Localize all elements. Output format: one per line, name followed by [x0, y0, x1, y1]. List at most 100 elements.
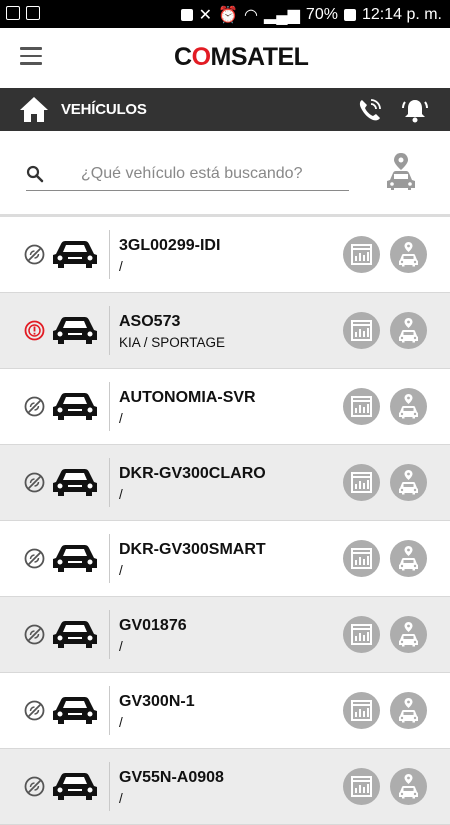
gmail-notification-icon	[26, 6, 40, 20]
section-title: Vehículos	[61, 101, 147, 118]
search-input[interactable]	[81, 160, 346, 188]
no-signal-icon	[24, 548, 45, 569]
locate-button[interactable]	[390, 540, 427, 577]
locate-vehicle-icon	[399, 470, 418, 495]
vehicle-plate: DKR-GV300CLARO	[119, 465, 266, 482]
mute-icon: ✕	[198, 7, 213, 24]
vehicle-plate: 3GL00299-IDI	[119, 237, 221, 254]
vehicle-plate: GV01876	[119, 617, 187, 634]
no-signal-icon	[24, 244, 45, 265]
battery-icon	[343, 9, 356, 21]
locate-button[interactable]	[390, 616, 427, 653]
report-icon	[351, 624, 372, 645]
vehicle-row[interactable]: GV01876 /	[0, 597, 450, 673]
vehicle-row[interactable]: AUTONOMIA-SVR /	[0, 369, 450, 445]
vehicle-row[interactable]: 3GL00299-IDI /	[0, 217, 450, 293]
report-icon	[351, 320, 372, 341]
vehicle-model: /	[119, 639, 123, 654]
system-icons: ✕ ⏰ ◠ ▂▄▆ 70% 12:14 p. m.	[180, 5, 442, 25]
section-bar: Vehículos	[0, 88, 450, 131]
vehicle-model: /	[119, 715, 123, 730]
row-divider	[109, 686, 110, 735]
vehicle-row[interactable]: GV300N-1 /	[0, 673, 450, 749]
vehicle-model: /	[119, 259, 123, 274]
comsatel-logo: COMSATEL	[174, 43, 309, 71]
row-divider	[109, 610, 110, 659]
map-vehicles-icon[interactable]	[384, 152, 418, 192]
locate-button[interactable]	[390, 388, 427, 425]
vehicle-row[interactable]: GV55N-A0908 /	[0, 749, 450, 825]
report-icon	[351, 396, 372, 417]
menu-icon[interactable]	[20, 47, 42, 65]
car-icon	[53, 469, 97, 496]
row-divider	[109, 306, 110, 355]
car-icon	[53, 773, 97, 800]
vehicle-plate: DKR-GV300SMART	[119, 541, 266, 558]
row-divider	[109, 762, 110, 811]
alert-icon	[24, 320, 45, 341]
clock: 12:14 p. m.	[361, 6, 442, 23]
alarm-icon: ⏰	[218, 7, 238, 24]
car-icon	[53, 317, 97, 344]
vehicle-model: /	[119, 791, 123, 806]
locate-vehicle-icon	[399, 622, 418, 647]
vehicle-model: /	[119, 563, 123, 578]
alarm-bell-icon[interactable]	[400, 95, 430, 125]
report-icon	[351, 472, 372, 493]
locate-button[interactable]	[390, 768, 427, 805]
no-signal-icon	[24, 396, 45, 417]
locate-vehicle-icon	[399, 698, 418, 723]
battery-level: 70%	[305, 6, 338, 23]
locate-vehicle-icon	[399, 394, 418, 419]
report-button[interactable]	[343, 616, 380, 653]
locate-button[interactable]	[390, 692, 427, 729]
vehicle-row[interactable]: DKR-GV300SMART /	[0, 521, 450, 597]
row-divider	[109, 230, 110, 279]
vehicle-plate: GV55N-A0908	[119, 769, 224, 786]
car-icon	[53, 393, 97, 420]
vehicle-row[interactable]: ASO573 KIA / SPORTAGE	[0, 293, 450, 369]
notification-icons	[6, 6, 40, 20]
row-divider	[109, 458, 110, 507]
search-icon	[26, 165, 44, 183]
locate-button[interactable]	[390, 464, 427, 501]
locate-vehicle-icon	[399, 318, 418, 343]
status-bar: ✕ ⏰ ◠ ▂▄▆ 70% 12:14 p. m.	[0, 0, 450, 28]
vehicle-plate: ASO573	[119, 313, 181, 330]
no-signal-icon	[24, 700, 45, 721]
wifi-icon: ◠	[244, 7, 258, 24]
locate-vehicle-icon	[399, 774, 418, 799]
report-button[interactable]	[343, 236, 380, 273]
report-button[interactable]	[343, 464, 380, 501]
row-divider	[109, 534, 110, 583]
report-icon	[351, 700, 372, 721]
no-signal-icon	[24, 624, 45, 645]
vehicle-model: KIA / SPORTAGE	[119, 335, 226, 350]
report-button[interactable]	[343, 768, 380, 805]
phone-call-icon[interactable]	[356, 96, 384, 124]
vehicle-plate: AUTONOMIA-SVR	[119, 389, 256, 406]
home-icon[interactable]	[19, 96, 49, 123]
vehicle-plate: GV300N-1	[119, 693, 195, 710]
locate-button[interactable]	[390, 236, 427, 273]
report-button[interactable]	[343, 388, 380, 425]
car-icon	[53, 545, 97, 572]
car-icon	[53, 241, 97, 268]
report-button[interactable]	[343, 312, 380, 349]
report-icon	[351, 244, 372, 265]
app-header: COMSATEL	[0, 28, 450, 88]
car-icon	[53, 621, 97, 648]
search-bar	[26, 160, 349, 191]
locate-button[interactable]	[390, 312, 427, 349]
report-icon	[351, 776, 372, 797]
signal-icon: ▂▄▆	[263, 7, 300, 24]
vehicle-list: 3GL00299-IDI / ASO573 KIA / SPORTAGE AUT…	[0, 217, 450, 825]
report-button[interactable]	[343, 692, 380, 729]
report-icon	[351, 548, 372, 569]
vehicle-row[interactable]: DKR-GV300CLARO /	[0, 445, 450, 521]
report-button[interactable]	[343, 540, 380, 577]
row-divider	[109, 382, 110, 431]
locate-vehicle-icon	[399, 242, 418, 267]
locate-vehicle-icon	[399, 546, 418, 571]
image-notification-icon	[6, 6, 20, 20]
